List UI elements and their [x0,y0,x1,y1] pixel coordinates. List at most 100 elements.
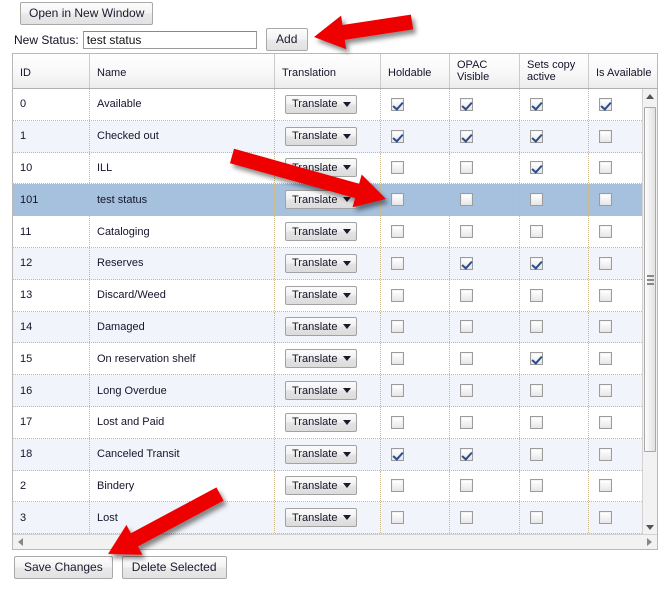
checkbox-holdable[interactable] [391,352,404,365]
table-row[interactable]: 11CatalogingTranslate [13,216,644,248]
translate-dropdown-button[interactable]: Translate [285,476,357,495]
table-row[interactable]: 14DamagedTranslate [13,312,644,344]
checkbox-holdable[interactable] [391,130,404,143]
column-header-id[interactable]: ID [13,54,90,88]
translate-dropdown-button[interactable]: Translate [285,349,357,368]
translate-dropdown-button[interactable]: Translate [285,127,357,146]
table-row[interactable]: 13Discard/WeedTranslate [13,280,644,312]
checkbox-opac-visible[interactable] [460,511,473,524]
checkbox-holdable[interactable] [391,289,404,302]
checkbox-opac-visible[interactable] [460,448,473,461]
checkbox-opac-visible[interactable] [460,479,473,492]
scroll-down-arrow-icon[interactable] [643,520,657,535]
table-row[interactable]: 15On reservation shelfTranslate [13,343,644,375]
column-header-is-available[interactable]: Is Available [589,54,657,88]
checkbox-sets-copy-active[interactable] [530,193,543,206]
checkbox-sets-copy-active[interactable] [530,289,543,302]
translate-dropdown-button[interactable]: Translate [285,254,357,273]
checkbox-holdable[interactable] [391,161,404,174]
table-row[interactable]: 16Long OverdueTranslate [13,375,644,407]
column-header-opac-visible[interactable]: OPAC Visible [450,54,520,88]
checkbox-opac-visible[interactable] [460,225,473,238]
table-row[interactable]: 18Canceled TransitTranslate [13,439,644,471]
horizontal-scrollbar[interactable] [13,534,657,549]
checkbox-sets-copy-active[interactable] [530,320,543,333]
table-row[interactable]: 3LostTranslate [13,502,644,534]
translate-dropdown-button[interactable]: Translate [285,508,357,527]
checkbox-sets-copy-active[interactable] [530,130,543,143]
translate-dropdown-button[interactable]: Translate [285,158,357,177]
checkbox-is-available[interactable] [599,225,612,238]
checkbox-holdable[interactable] [391,257,404,270]
checkbox-sets-copy-active[interactable] [530,257,543,270]
checkbox-is-available[interactable] [599,320,612,333]
checkbox-is-available[interactable] [599,511,612,524]
checkbox-opac-visible[interactable] [460,416,473,429]
translate-dropdown-button[interactable]: Translate [285,381,357,400]
translate-dropdown-button[interactable]: Translate [285,413,357,432]
checkbox-opac-visible[interactable] [460,352,473,365]
checkbox-sets-copy-active[interactable] [530,416,543,429]
checkbox-is-available[interactable] [599,448,612,461]
checkbox-is-available[interactable] [599,352,612,365]
checkbox-opac-visible[interactable] [460,98,473,111]
vertical-scrollbar-thumb[interactable] [644,107,656,452]
table-row[interactable]: 10ILLTranslate [13,153,644,185]
checkbox-holdable[interactable] [391,320,404,333]
checkbox-opac-visible[interactable] [460,193,473,206]
checkbox-holdable[interactable] [391,448,404,461]
checkbox-sets-copy-active[interactable] [530,225,543,238]
checkbox-is-available[interactable] [599,193,612,206]
delete-selected-button[interactable]: Delete Selected [122,556,227,579]
checkbox-is-available[interactable] [599,98,612,111]
checkbox-holdable[interactable] [391,416,404,429]
checkbox-sets-copy-active[interactable] [530,161,543,174]
checkbox-is-available[interactable] [599,161,612,174]
column-header-holdable[interactable]: Holdable [381,54,450,88]
save-changes-button[interactable]: Save Changes [14,556,113,579]
open-in-new-window-button[interactable]: Open in New Window [20,2,153,25]
checkbox-opac-visible[interactable] [460,320,473,333]
checkbox-holdable[interactable] [391,511,404,524]
column-header-name[interactable]: Name [90,54,275,88]
checkbox-is-available[interactable] [599,416,612,429]
checkbox-holdable[interactable] [391,384,404,397]
checkbox-holdable[interactable] [391,193,404,206]
table-row[interactable]: 0AvailableTranslate [13,89,644,121]
checkbox-holdable[interactable] [391,479,404,492]
checkbox-sets-copy-active[interactable] [530,384,543,397]
column-header-sets-copy-active[interactable]: Sets copy active [520,54,589,88]
table-row[interactable]: 1Checked outTranslate [13,121,644,153]
scroll-left-arrow-icon[interactable] [13,535,28,549]
checkbox-sets-copy-active[interactable] [530,479,543,492]
table-row[interactable]: 101test statusTranslate [13,184,644,216]
translate-dropdown-button[interactable]: Translate [285,445,357,464]
translate-dropdown-button[interactable]: Translate [285,95,357,114]
translate-dropdown-button[interactable]: Translate [285,286,357,305]
checkbox-sets-copy-active[interactable] [530,511,543,524]
checkbox-sets-copy-active[interactable] [530,352,543,365]
checkbox-opac-visible[interactable] [460,289,473,302]
checkbox-is-available[interactable] [599,479,612,492]
new-status-input[interactable] [83,31,257,49]
add-button[interactable]: Add [266,28,308,51]
checkbox-holdable[interactable] [391,98,404,111]
vertical-scrollbar[interactable] [642,89,657,535]
checkbox-sets-copy-active[interactable] [530,98,543,111]
checkbox-opac-visible[interactable] [460,384,473,397]
checkbox-holdable[interactable] [391,225,404,238]
checkbox-opac-visible[interactable] [460,257,473,270]
scroll-up-arrow-icon[interactable] [643,89,657,104]
table-row[interactable]: 17Lost and PaidTranslate [13,407,644,439]
checkbox-is-available[interactable] [599,289,612,302]
translate-dropdown-button[interactable]: Translate [285,222,357,241]
checkbox-opac-visible[interactable] [460,130,473,143]
scroll-right-arrow-icon[interactable] [642,535,657,549]
table-row[interactable]: 2BinderyTranslate [13,471,644,503]
translate-dropdown-button[interactable]: Translate [285,190,357,209]
column-header-translation[interactable]: Translation [275,54,381,88]
checkbox-is-available[interactable] [599,257,612,270]
checkbox-is-available[interactable] [599,384,612,397]
table-row[interactable]: 12ReservesTranslate [13,248,644,280]
translate-dropdown-button[interactable]: Translate [285,317,357,336]
